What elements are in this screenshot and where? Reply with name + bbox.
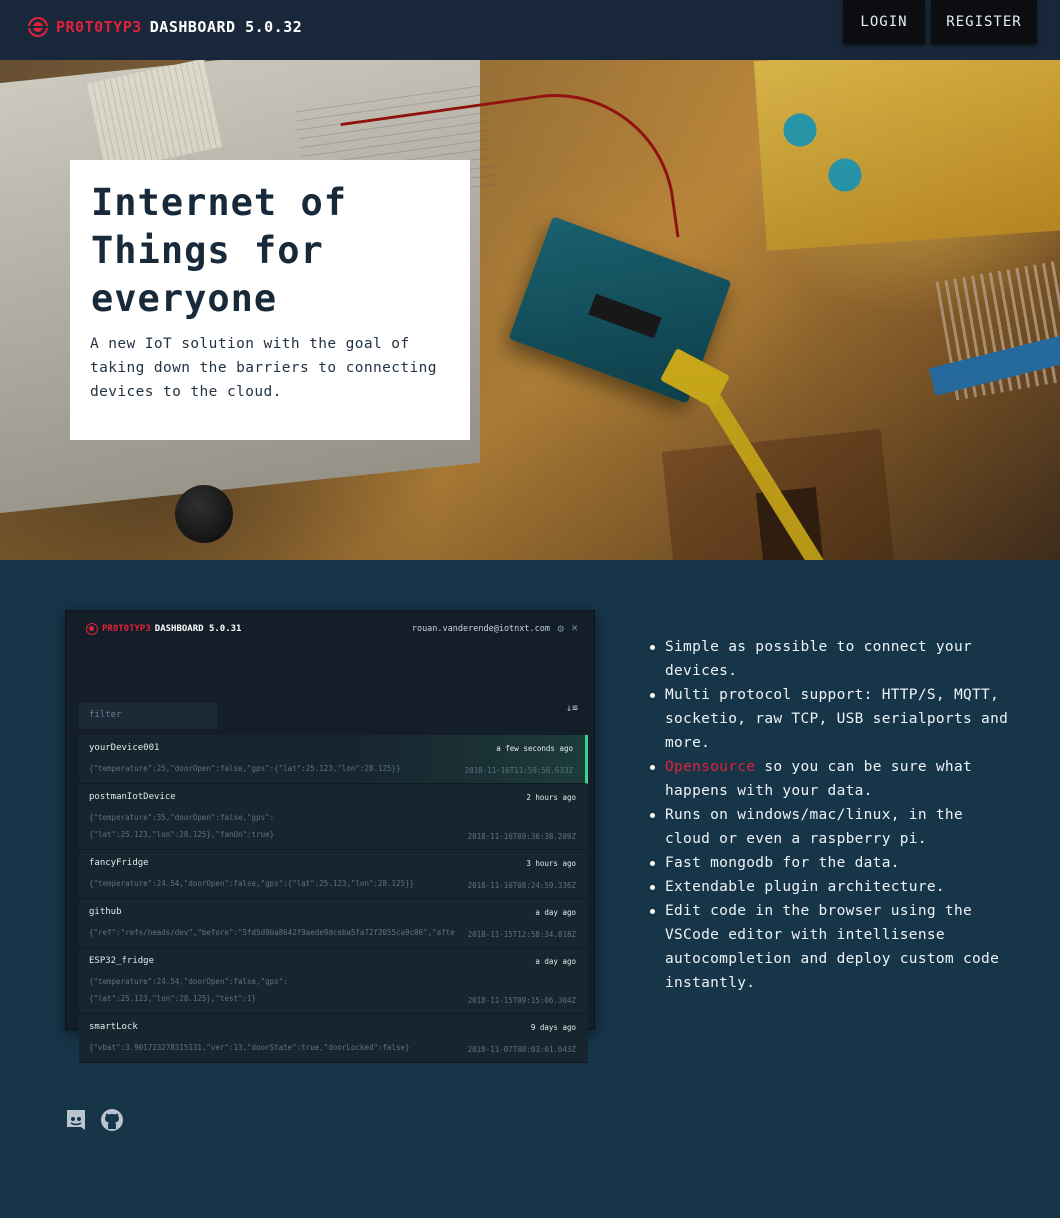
opensource-link[interactable]: Opensource <box>665 759 755 775</box>
hero-subtitle: A new IoT solution with the goal of taki… <box>90 336 437 400</box>
device-time: 2 hours ago <box>526 793 576 802</box>
device-timestamp: 2018-11-15T12:58:34.818Z <box>467 930 576 939</box>
brand-name: PR0T0TYP3 <box>56 18 142 36</box>
brand-version: DASHBOARD 5.0.32 <box>149 18 303 36</box>
device-time: 9 days ago <box>530 1023 576 1032</box>
device-name: smartLock <box>89 1022 138 1032</box>
preview-brand-version: DASHBOARD 5.0.31 <box>154 624 242 634</box>
feature-item: Runs on windows/mac/linux, in the cloud … <box>650 803 1015 851</box>
device-name: github <box>89 907 122 917</box>
device-time: a day ago <box>535 957 576 966</box>
device-row: github a day ago {"ref":"refs/heads/dev"… <box>79 899 588 948</box>
hero-banner: Internet of Things for everyone A new Io… <box>0 60 1060 560</box>
feature-item-opensource: Opensource so you can be sure what happe… <box>650 755 1015 803</box>
device-timestamp: 2018-11-07T08:03:01.043Z <box>467 1045 576 1054</box>
sort-icon: ↓≡ <box>565 703 578 714</box>
device-row: yourDevice001 a few seconds ago {"temper… <box>79 735 588 784</box>
device-row: smartLock 9 days ago {"vbat":3.901723278… <box>79 1014 588 1063</box>
close-icon: ✕ <box>571 621 578 634</box>
top-nav: PR0T0TYP3 DASHBOARD 5.0.32 LOGIN REGISTE… <box>0 0 1060 60</box>
preview-brand: PR0T0TYP3 DASHBOARD 5.0.31 <box>86 623 241 635</box>
device-row: ESP32_fridge a day ago {"temperature":24… <box>79 948 588 1014</box>
feature-list: Simple as possible to connect your devic… <box>650 635 1015 995</box>
discord-icon[interactable] <box>64 1108 88 1132</box>
register-button[interactable]: REGISTER <box>931 0 1037 44</box>
feature-item: Extendable plugin architecture. <box>650 875 1015 899</box>
device-data: {"temperature":24.54,"doorOpen":false,"g… <box>89 977 288 1003</box>
logo-icon <box>27 17 49 37</box>
feature-item: Fast mongodb for the data. <box>650 851 1015 875</box>
hero-title: Internet of Things for everyone <box>91 181 348 320</box>
feature-item: Edit code in the browser using the VSCod… <box>650 899 1015 995</box>
dashboard-preview: PR0T0TYP3 DASHBOARD 5.0.31 rouan.vandere… <box>65 610 595 1063</box>
device-timestamp: 2018-11-16T08:24:59.336Z <box>467 881 576 890</box>
gear-icon: ⚙ <box>557 622 564 635</box>
hero-card: Internet of Things for everyone A new Io… <box>70 160 470 440</box>
device-name: ESP32_fridge <box>89 956 155 966</box>
device-data: {"temperature":25,"doorOpen":false,"gps"… <box>89 764 401 773</box>
device-data: {"vbat":3.901723278315131,"ver":13,"door… <box>89 1043 410 1052</box>
feature-item: Multi protocol support: HTTP/S, MQTT, so… <box>650 683 1015 755</box>
device-data: {"temperature":24.54,"doorOpen":false,"g… <box>89 879 415 888</box>
brand[interactable]: PR0T0TYP3 DASHBOARD 5.0.32 <box>27 17 303 37</box>
device-time: a day ago <box>535 908 576 917</box>
github-icon[interactable] <box>100 1108 124 1132</box>
device-time: 3 hours ago <box>526 859 576 868</box>
device-row: postmanIotDevice 2 hours ago {"temperatu… <box>79 784 588 850</box>
device-timestamp: 2018-11-16T11:59:56.633Z <box>464 766 573 775</box>
device-name: postmanIotDevice <box>89 792 176 802</box>
feature-item: Simple as possible to connect your devic… <box>650 635 1015 683</box>
device-timestamp: 2018-11-15T09:15:06.304Z <box>467 996 576 1005</box>
device-list: yourDevice001 a few seconds ago {"temper… <box>79 735 588 1063</box>
device-data: {"ref":"refs/heads/dev","before":"5fd5d9… <box>89 928 455 937</box>
device-data: {"temperature":35,"doorOpen":false,"gps"… <box>89 813 275 839</box>
device-timestamp: 2018-11-16T09:36:38.209Z <box>467 832 576 841</box>
device-row: fancyFridge 3 hours ago {"temperature":2… <box>79 850 588 899</box>
device-time: a few seconds ago <box>496 744 573 753</box>
social-links <box>64 1108 124 1132</box>
device-name: fancyFridge <box>89 858 149 868</box>
preview-user-email: rouan.vanderende@iotnxt.com <box>411 624 550 634</box>
login-button[interactable]: LOGIN <box>843 0 925 44</box>
filter-input: filter <box>79 703 217 729</box>
logo-icon <box>86 623 98 635</box>
preview-brand-name: PR0T0TYP3 <box>102 624 151 634</box>
